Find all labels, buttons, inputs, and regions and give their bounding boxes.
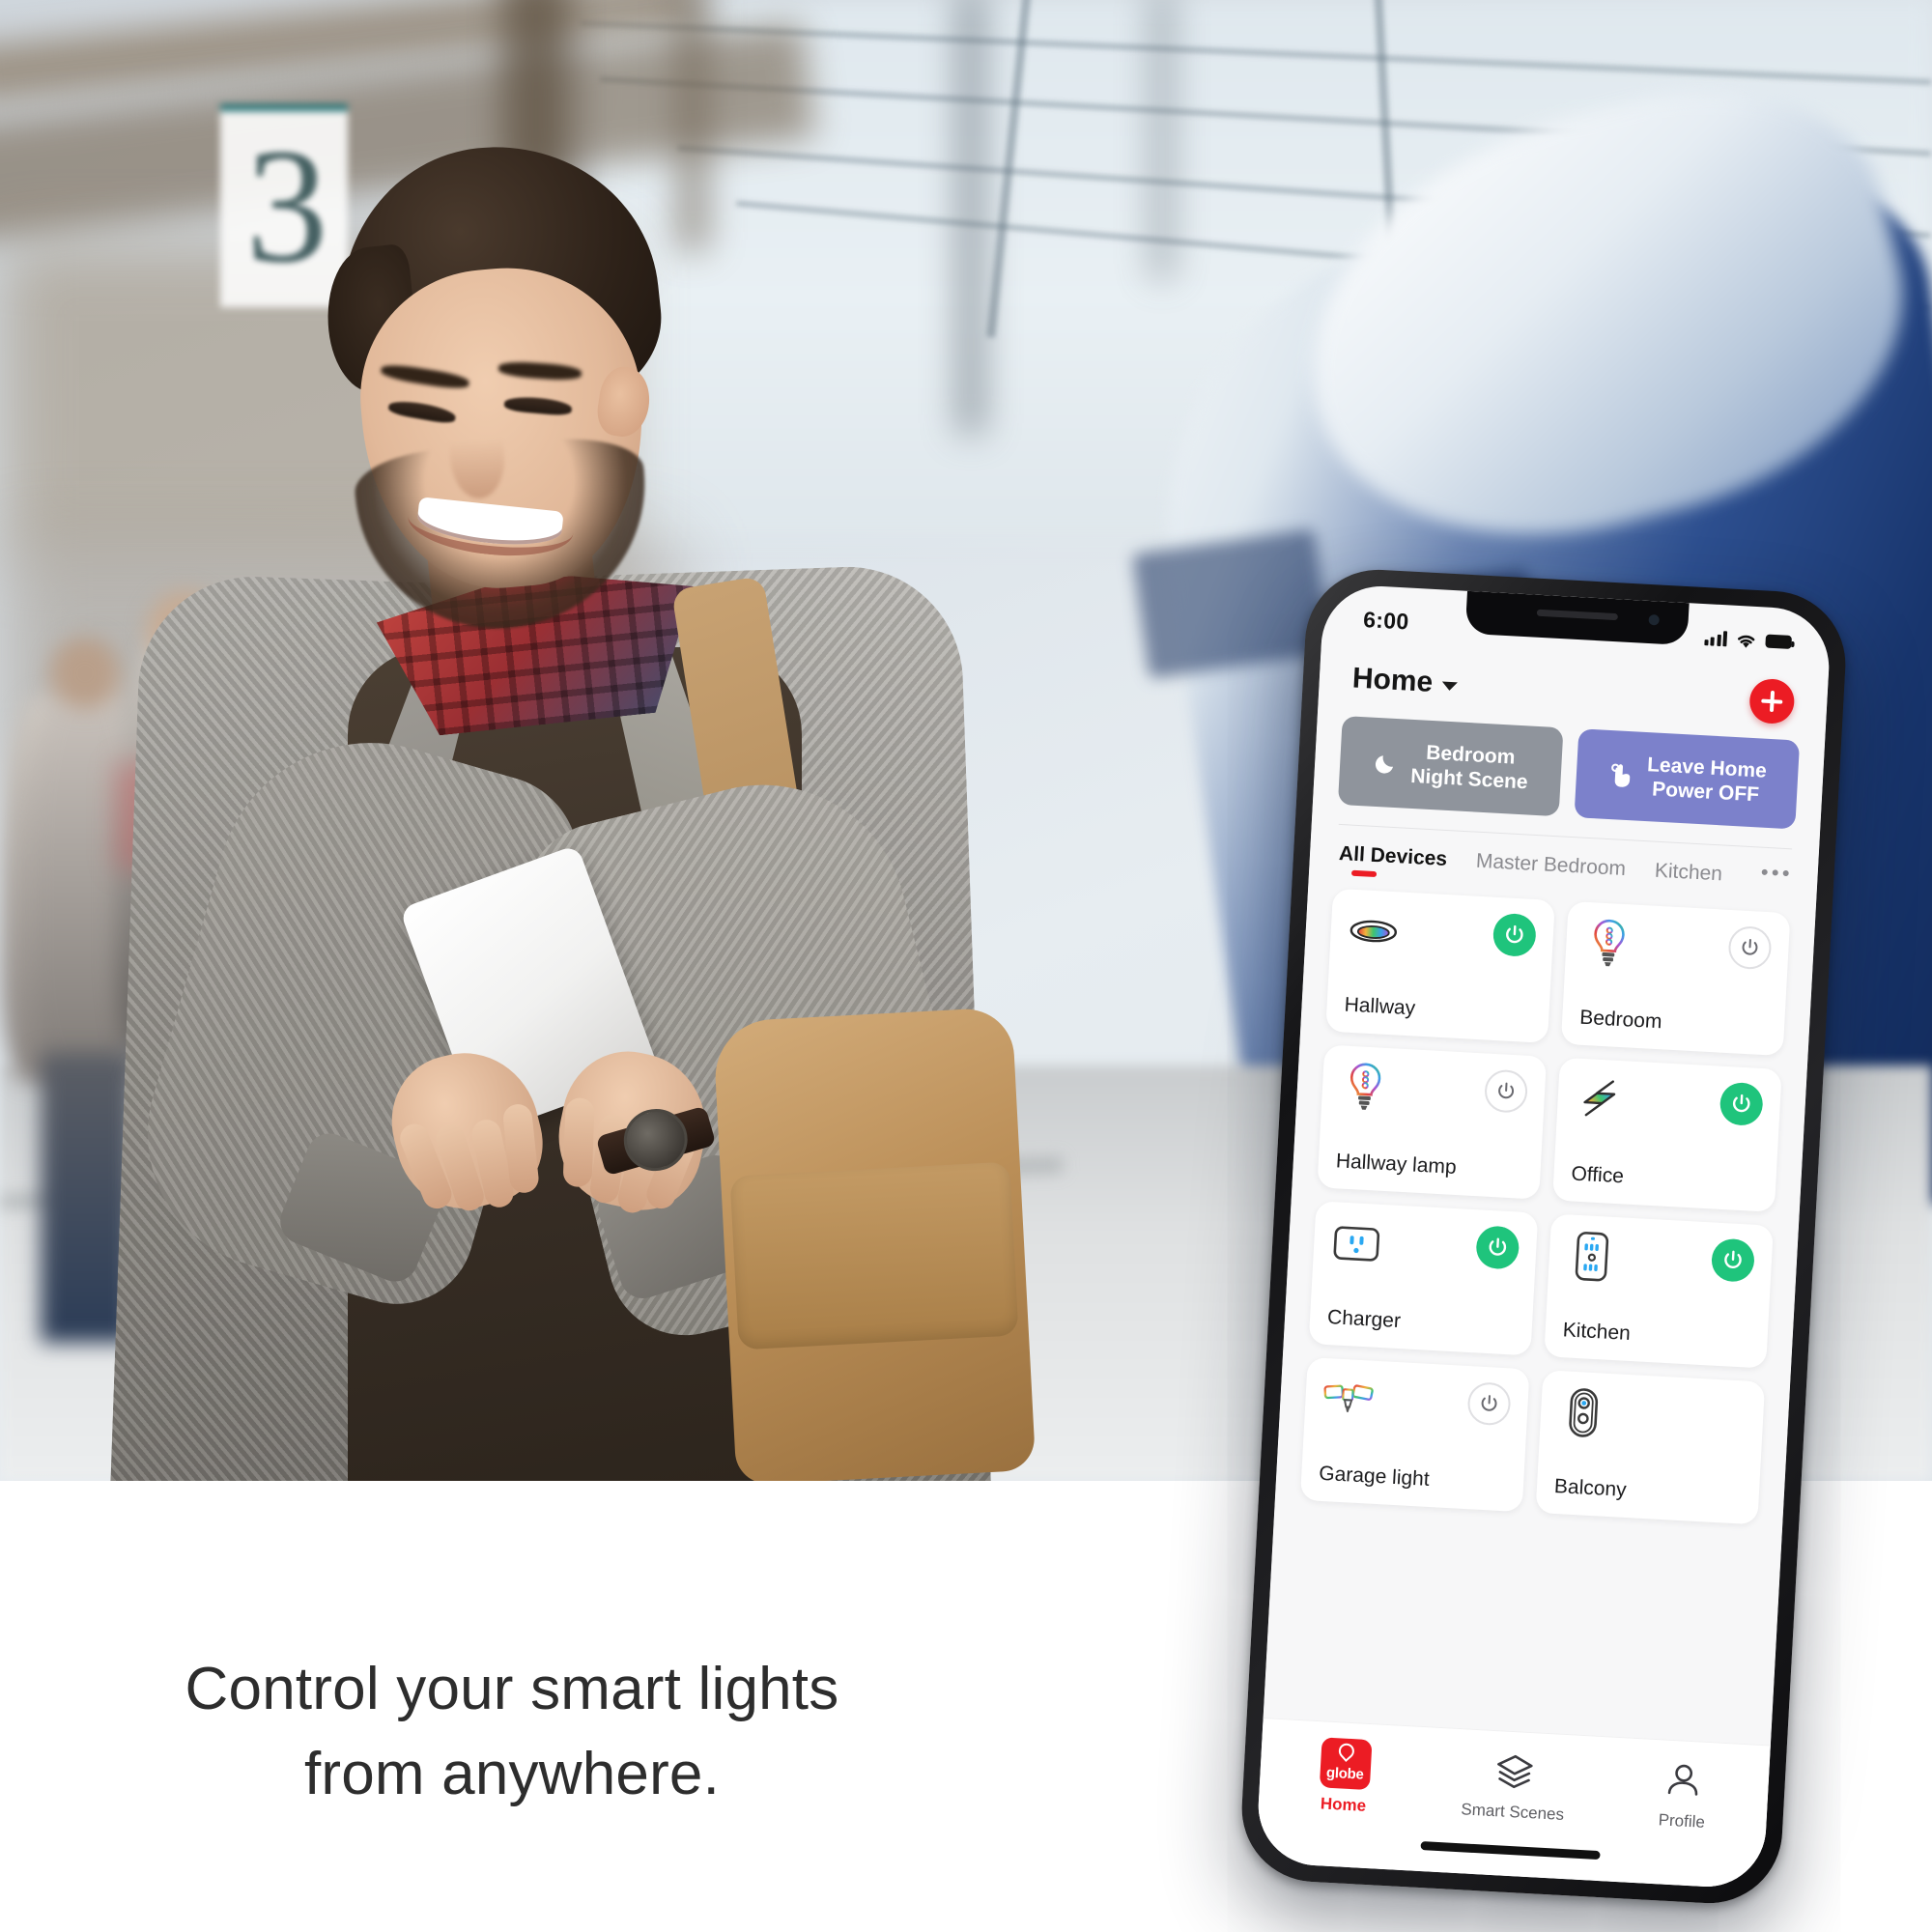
marketing-caption: Control your smart lights from anywhere.: [0, 1647, 1024, 1817]
power-toggle-off[interactable]: [1483, 1068, 1529, 1114]
caption-line-1: Control your smart lights: [185, 1656, 839, 1722]
layers-icon: [1497, 1754, 1533, 1789]
tab-all-devices-label: All Devices: [1338, 841, 1448, 871]
rgb-bulb-icon: [1339, 1061, 1392, 1114]
rgb-bulb-icon: [1582, 918, 1635, 971]
status-icons: [1703, 630, 1793, 651]
device-name: Garage light: [1318, 1462, 1431, 1491]
person-icon: [1668, 1764, 1698, 1796]
scene-label-line-2: Power OFF: [1651, 778, 1760, 807]
add-device-button[interactable]: [1748, 677, 1796, 725]
device-name: Hallway: [1344, 993, 1416, 1020]
device-grid: Hallway Bedroom Hallway lamp Office Char…: [1275, 873, 1816, 1525]
tab-smart-scenes[interactable]: Smart Scenes: [1428, 1743, 1601, 1826]
caption-line-2: from anywhere.: [303, 1741, 721, 1808]
train-window: [1131, 528, 1332, 679]
app-content: Home Bedroom Night Scene Leave Home Powe…: [1255, 637, 1830, 1890]
power-toggle-on[interactable]: [1719, 1081, 1764, 1127]
power-toggle-off[interactable]: [1466, 1381, 1512, 1427]
scene-bedroom-night[interactable]: Bedroom Night Scene: [1337, 715, 1564, 817]
finger: [562, 1097, 595, 1188]
power-icon: [1742, 939, 1758, 955]
scene-bedroom-night-label: Bedroom Night Scene: [1410, 740, 1530, 795]
phone-mockup: 6:00 Home Bedroom Night Scene Leave Home…: [1237, 565, 1850, 1908]
tab-master-bedroom-label: Master Bedroom: [1475, 849, 1627, 881]
power-icon: [1498, 1082, 1515, 1099]
device-card-kitchen[interactable]: Kitchen: [1544, 1213, 1774, 1369]
globe-suite-logo-icon: globe: [1319, 1737, 1373, 1791]
device-name: Balcony: [1553, 1474, 1628, 1501]
tab-profile[interactable]: Profile: [1597, 1752, 1770, 1835]
background-person-head: [50, 638, 120, 709]
doorbell-camera-icon: [1557, 1386, 1610, 1439]
tab-kitchen[interactable]: Kitchen: [1654, 859, 1723, 896]
flush-mount-ceiling-light-icon: [1347, 905, 1400, 958]
device-card-balcony[interactable]: Balcony: [1535, 1370, 1766, 1525]
cellular-signal-icon: [1703, 630, 1728, 647]
device-name: Bedroom: [1578, 1006, 1663, 1034]
tab-home-label: Home: [1320, 1794, 1367, 1815]
scene-label-line-1: Bedroom: [1425, 741, 1516, 769]
tab-kitchen-label: Kitchen: [1654, 859, 1723, 886]
tab-smart-scenes-label: Smart Scenes: [1460, 1800, 1565, 1824]
power-icon: [1489, 1237, 1507, 1256]
moon-icon: [1375, 755, 1393, 774]
marketing-banner: 3 Control your smart lights from anywher…: [0, 0, 1932, 1932]
tab-all-devices[interactable]: All Devices: [1338, 842, 1448, 881]
tap-hand-icon: [1610, 763, 1630, 787]
device-card-office[interactable]: Office: [1552, 1057, 1782, 1212]
light-strip-icon: [1574, 1074, 1627, 1127]
tab-home[interactable]: globe Home: [1258, 1734, 1431, 1819]
garage-multi-head-light-icon: [1321, 1374, 1375, 1427]
wifi-icon: [1738, 635, 1755, 648]
scene-label-line-2: Night Scene: [1409, 764, 1529, 794]
device-card-garage-light[interactable]: Garage light: [1299, 1356, 1530, 1513]
power-icon: [1481, 1395, 1497, 1411]
device-card-charger[interactable]: Charger: [1308, 1201, 1539, 1356]
scene-leave-home-power-off[interactable]: Leave Home Power OFF: [1574, 728, 1801, 830]
power-toggle-on[interactable]: [1475, 1225, 1520, 1270]
home-title-label: Home: [1351, 662, 1435, 698]
person-using-phone: [109, 126, 1111, 1481]
device-name: Hallway lamp: [1335, 1150, 1458, 1179]
power-toggle-off[interactable]: [1727, 924, 1773, 971]
status-time: 6:00: [1362, 606, 1410, 635]
backpack-flap: [729, 1161, 1019, 1350]
ellipsis-icon[interactable]: [1761, 866, 1789, 877]
device-card-hallway-lamp[interactable]: Hallway lamp: [1317, 1044, 1548, 1200]
power-icon: [1732, 1094, 1750, 1113]
device-name: Kitchen: [1562, 1319, 1632, 1345]
device-name: Charger: [1326, 1306, 1402, 1333]
power-toggle-on[interactable]: [1710, 1237, 1756, 1283]
device-name: Office: [1570, 1162, 1625, 1188]
power-icon: [1724, 1250, 1742, 1268]
device-card-hallway[interactable]: Hallway: [1325, 888, 1555, 1043]
scene-leave-home-label: Leave Home Power OFF: [1645, 753, 1768, 808]
power-toggle-on[interactable]: [1492, 912, 1537, 958]
smart-plug-outlet-icon: [1330, 1217, 1383, 1270]
battery-full-icon: [1765, 634, 1793, 649]
device-card-bedroom[interactable]: Bedroom: [1560, 900, 1791, 1057]
station-column: [1150, 0, 1175, 280]
wall-outlet-plate-icon: [1566, 1230, 1619, 1283]
tab-profile-label: Profile: [1658, 1810, 1706, 1832]
phone-screen: 6:00 Home Bedroom Night Scene Leave Home…: [1255, 582, 1833, 1890]
home-selector[interactable]: Home: [1351, 662, 1459, 700]
bottom-tab-bar: globe Home Smart Scenes Profile: [1255, 1718, 1771, 1890]
power-icon: [1506, 924, 1523, 944]
chevron-down-icon: [1441, 681, 1459, 692]
